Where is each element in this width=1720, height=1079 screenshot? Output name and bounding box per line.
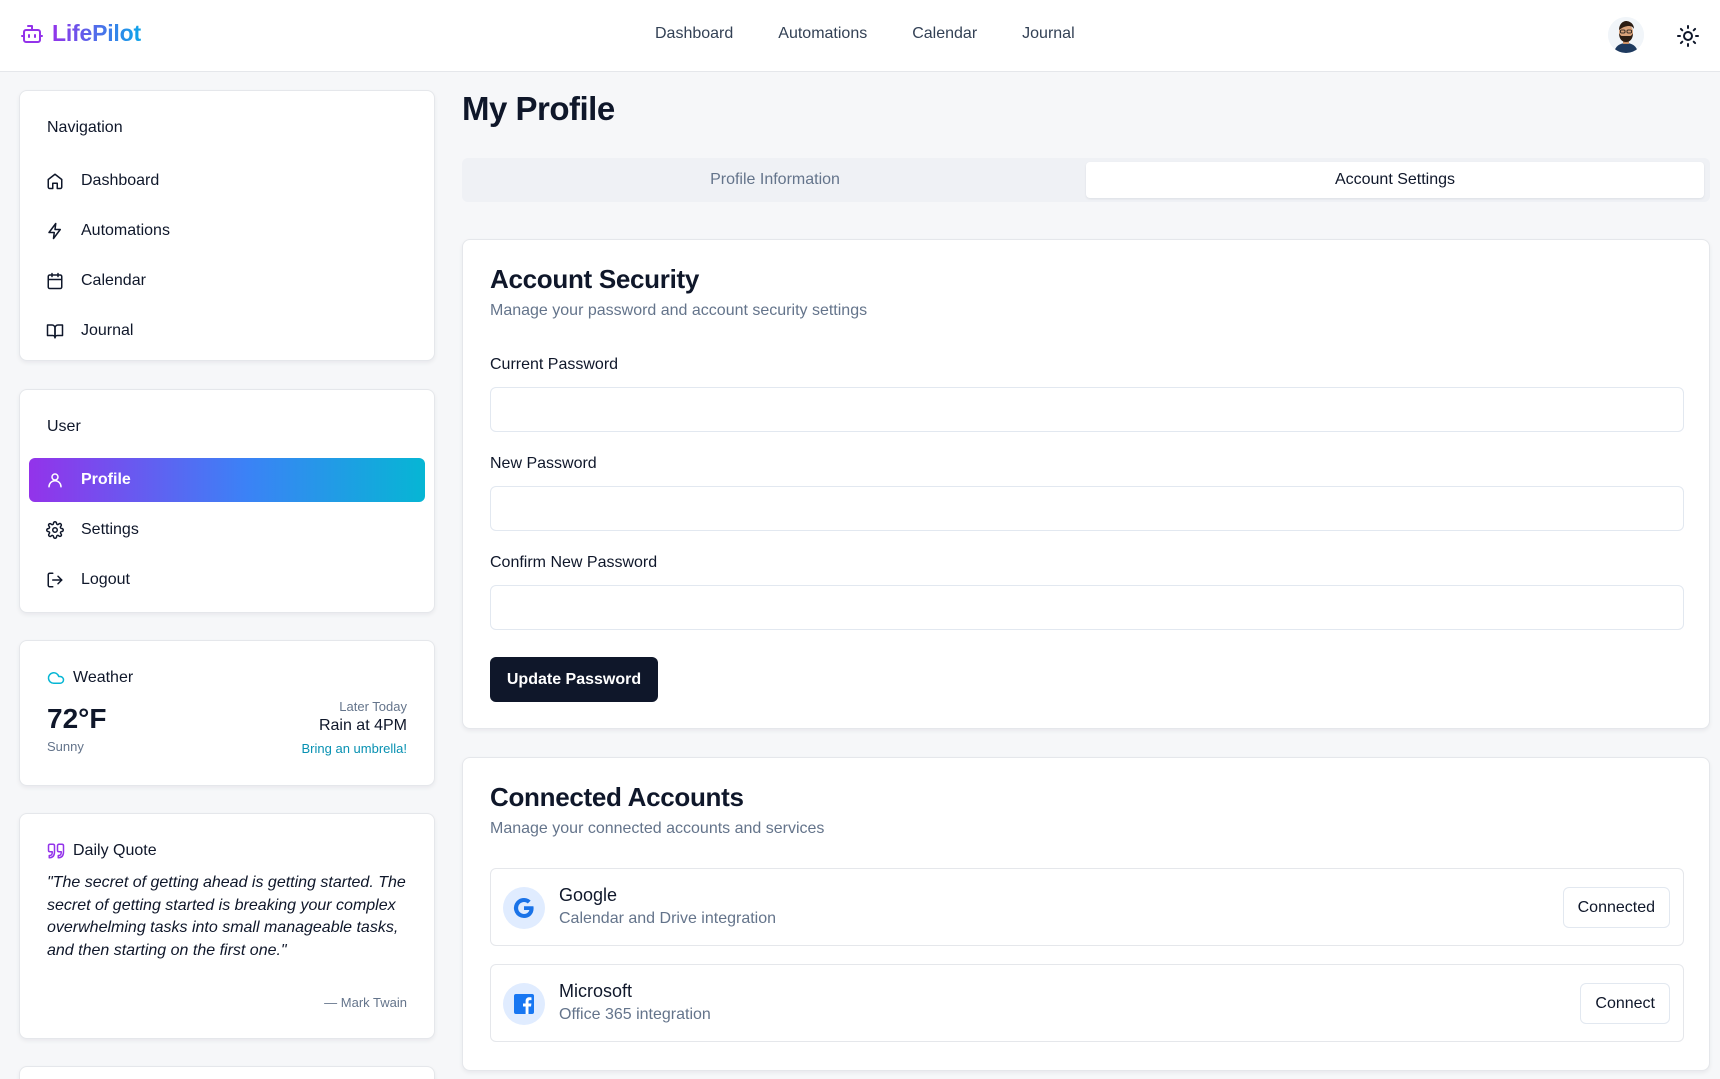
account-name: Google (559, 885, 618, 905)
sidebar-item-label: Logout (81, 571, 130, 588)
confirm-password-input[interactable] (490, 585, 1684, 630)
security-subtitle: Manage your password and account securit… (490, 302, 868, 319)
sidebar-item-label: Calendar (81, 272, 146, 289)
topnav-journal[interactable]: Journal (1022, 25, 1074, 43)
weather-title: Weather (73, 669, 134, 686)
weather-temperature: 72°F (47, 703, 107, 734)
lightning-icon (45, 221, 65, 241)
avatar-image (1608, 17, 1644, 53)
top-bar: LifePilot Dashboard Automations Calendar… (0, 0, 1720, 72)
sidebar-item-journal[interactable]: Journal (29, 309, 425, 353)
weather-later-label: Later Today (339, 699, 407, 714)
sidebar-item-label: Automations (81, 222, 170, 239)
tab-profile-information[interactable]: Profile Information (466, 162, 1084, 198)
topnav-calendar[interactable]: Calendar (912, 25, 977, 43)
gear-icon (45, 520, 65, 540)
update-password-button[interactable]: Update Password (490, 657, 658, 702)
confirm-password-label: Confirm New Password (490, 554, 658, 571)
quote-header: Daily Quote (47, 842, 157, 860)
sidebar-item-label: Profile (81, 471, 131, 488)
robot-icon (21, 24, 43, 43)
topnav-dashboard[interactable]: Dashboard (655, 25, 733, 43)
sidebar-item-label: Settings (81, 521, 139, 538)
quote-author: — Mark Twain (324, 995, 407, 1010)
quote-card: Daily Quote "The secret of getting ahead… (19, 813, 435, 1039)
brand[interactable]: LifePilot (20, 20, 141, 47)
connected-title: Connected Accounts (490, 782, 744, 812)
current-password-label: Current Password (490, 356, 619, 373)
user-card: User Profile Settings Logout (19, 389, 435, 613)
sidebar-item-dashboard[interactable]: Dashboard (29, 159, 425, 203)
sidebar-item-calendar[interactable]: Calendar (29, 259, 425, 303)
account-description: Calendar and Drive integration (559, 910, 777, 927)
connected-subtitle: Manage your connected accounts and servi… (490, 820, 825, 837)
account-security-panel: Account Security Manage your password an… (462, 239, 1710, 729)
account-name: Microsoft (559, 981, 633, 1001)
weather-condition: Sunny (47, 739, 84, 754)
sidebar-item-automations[interactable]: Automations (29, 209, 425, 253)
microsoft-connect-button[interactable]: Connect (1580, 983, 1670, 1024)
tab-account-settings[interactable]: Account Settings (1086, 162, 1704, 198)
sidebar-extra-card (19, 1066, 435, 1079)
user-icon (45, 470, 65, 490)
cloud-icon (47, 672, 65, 684)
connected-accounts-panel: Connected Accounts Manage your connected… (462, 757, 1710, 1071)
calendar-icon (45, 271, 65, 291)
account-description: Office 365 integration (559, 1006, 711, 1023)
account-row-google: Google Calendar and Drive integration Co… (490, 868, 1684, 946)
sidebar-item-label: Dashboard (81, 172, 160, 189)
facebook-icon (503, 983, 545, 1025)
quote-icon (47, 843, 65, 859)
sidebar-item-profile[interactable]: Profile (29, 458, 425, 502)
current-password-input[interactable] (490, 387, 1684, 432)
book-icon (45, 321, 65, 341)
logout-icon (45, 570, 65, 590)
top-navigation: Dashboard Automations Calendar Journal (655, 25, 1120, 43)
google-connected-button[interactable]: Connected (1562, 887, 1670, 928)
new-password-label: New Password (490, 455, 597, 472)
topnav-automations[interactable]: Automations (778, 25, 867, 43)
sidebar-item-settings[interactable]: Settings (29, 508, 425, 552)
account-row-microsoft: Microsoft Office 365 integration Connect (490, 964, 1684, 1042)
security-title: Account Security (490, 264, 700, 294)
weather-tip: Bring an umbrella! (301, 741, 408, 756)
weather-forecast: Rain at 4PM (318, 717, 407, 734)
brand-name: LifePilot (52, 20, 141, 46)
new-password-input[interactable] (490, 486, 1684, 531)
home-icon (45, 171, 65, 191)
navigation-card: Navigation Dashboard Automations Calenda… (19, 90, 435, 361)
google-icon (503, 887, 545, 929)
user-title: User (47, 418, 81, 435)
weather-header: Weather (47, 669, 133, 687)
page-title: My Profile (462, 90, 615, 127)
sidebar-item-label: Journal (81, 322, 134, 339)
avatar[interactable] (1608, 17, 1644, 53)
quote-text: "The secret of getting ahead is getting … (47, 874, 406, 959)
sidebar-item-logout[interactable]: Logout (29, 558, 425, 602)
quote-title: Daily Quote (73, 842, 157, 859)
weather-card: Weather 72°F Sunny Later Today Rain at 4… (19, 640, 435, 786)
sun-icon[interactable] (1676, 24, 1700, 48)
profile-tabs: Profile Information Account Settings (462, 158, 1710, 202)
navigation-title: Navigation (47, 119, 123, 136)
